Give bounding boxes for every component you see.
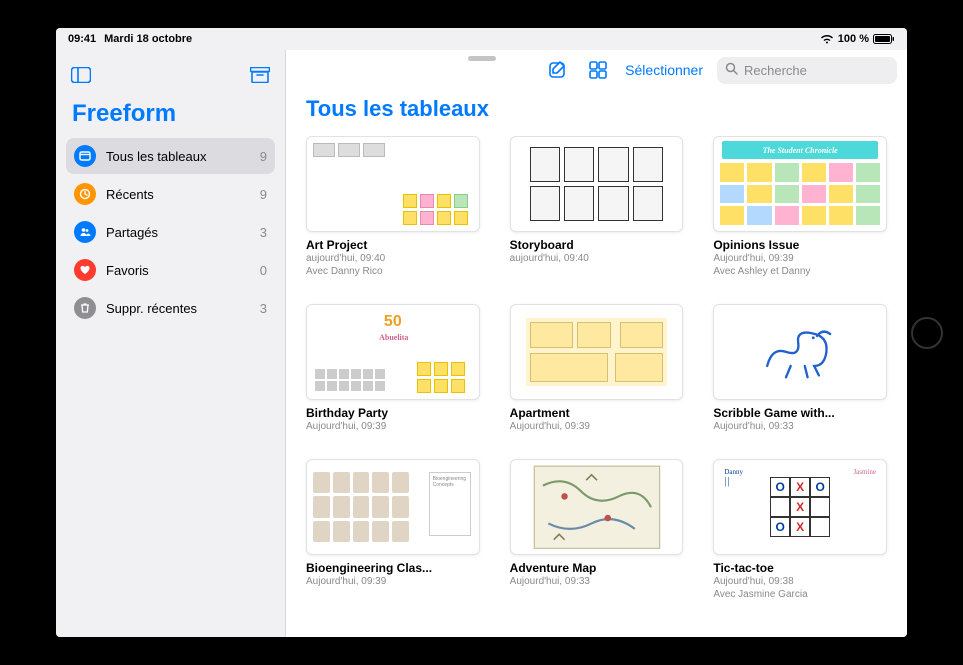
- board-card[interactable]: Storyboard aujourd'hui, 09:40: [510, 136, 684, 278]
- select-button[interactable]: Sélectionner: [625, 62, 703, 78]
- battery-icon: [873, 34, 895, 44]
- app-title: Freeform: [66, 98, 275, 138]
- board-card[interactable]: Art Project aujourd'hui, 09:40 Avec Dann…: [306, 136, 480, 278]
- new-board-button[interactable]: [545, 57, 571, 83]
- board-title: Tic-tac-toe: [713, 561, 887, 575]
- board-card[interactable]: The Student Chronicle Opinions Issue Auj…: [713, 136, 887, 278]
- home-button[interactable]: [911, 317, 943, 349]
- bio-note-title: Bioengineering Concepts: [429, 472, 471, 536]
- board-title: Birthday Party: [306, 406, 480, 420]
- sidebar-item-count: 9: [260, 187, 267, 202]
- trash-icon: [74, 297, 96, 319]
- sidebar-item-label: Favoris: [106, 263, 250, 278]
- board-title: Art Project: [306, 238, 480, 252]
- search-box[interactable]: [717, 57, 897, 84]
- search-input[interactable]: [744, 63, 907, 78]
- board-thumbnail: [713, 304, 887, 400]
- board-thumbnail: [510, 304, 684, 400]
- chronicle-banner: The Student Chronicle: [722, 141, 878, 159]
- board-card[interactable]: Danny|| Jasmine OXO X OX Tic-tac-toe Auj…: [713, 459, 887, 601]
- board-date: Aujourd'hui, 09:33: [510, 575, 684, 588]
- board-card[interactable]: 50 Abuelita Birthday Party Aujourd'hui, …: [306, 304, 480, 433]
- birthday-subtitle: Abuelita: [379, 333, 408, 342]
- board-shared: Avec Jasmine Garcia: [713, 588, 887, 601]
- clock-icon: [74, 183, 96, 205]
- archive-button[interactable]: [247, 62, 273, 88]
- sidebar-item-label: Suppr. récentes: [106, 301, 250, 316]
- sidebar-item-recently-deleted[interactable]: Suppr. récentes 3: [66, 290, 275, 326]
- view-mode-button[interactable]: [585, 57, 611, 83]
- ttt-player2: Jasmine: [853, 468, 876, 476]
- board-date: aujourd'hui, 09:40: [306, 252, 480, 265]
- sidebar-item-label: Partagés: [106, 225, 250, 240]
- board-date: Aujourd'hui, 09:38: [713, 575, 887, 588]
- board-card[interactable]: Adventure Map Aujourd'hui, 09:33: [510, 459, 684, 601]
- board-title: Opinions Issue: [713, 238, 887, 252]
- board-date: Aujourd'hui, 09:39: [510, 420, 684, 433]
- sidebar-toggle-button[interactable]: [68, 62, 94, 88]
- board-thumbnail: The Student Chronicle: [713, 136, 887, 232]
- board-card[interactable]: Bioengineering Concepts Bioengineering C…: [306, 459, 480, 601]
- sidebar-item-count: 9: [260, 149, 267, 164]
- board-thumbnail: Danny|| Jasmine OXO X OX: [713, 459, 887, 555]
- boards-grid: Art Project aujourd'hui, 09:40 Avec Dann…: [286, 136, 907, 621]
- sidebar-item-count: 3: [260, 225, 267, 240]
- board-title: Storyboard: [510, 238, 684, 252]
- board-date: Aujourd'hui, 09:33: [713, 420, 887, 433]
- sidebar-item-all-boards[interactable]: Tous les tableaux 9: [66, 138, 275, 174]
- sidebar-item-label: Récents: [106, 187, 250, 202]
- board-title: Adventure Map: [510, 561, 684, 575]
- board-thumbnail: [510, 136, 684, 232]
- multitask-handle[interactable]: [468, 56, 496, 61]
- heart-icon: [74, 259, 96, 281]
- board-thumbnail: [510, 459, 684, 555]
- wifi-icon: [820, 34, 834, 44]
- sidebar: Freeform Tous les tableaux 9 Récents: [56, 50, 286, 637]
- board-card[interactable]: Scribble Game with... Aujourd'hui, 09:33: [713, 304, 887, 433]
- board-title: Scribble Game with...: [713, 406, 887, 420]
- board-thumbnail: Bioengineering Concepts: [306, 459, 480, 555]
- sidebar-item-recents[interactable]: Récents 9: [66, 176, 275, 212]
- main-content: Sélectionner Tous les tableaux: [286, 50, 907, 637]
- sidebar-item-count: 3: [260, 301, 267, 316]
- birthday-number: 50: [384, 313, 402, 331]
- section-heading: Tous les tableaux: [286, 90, 907, 136]
- status-time: 09:41: [68, 33, 96, 45]
- board-card[interactable]: Apartment Aujourd'hui, 09:39: [510, 304, 684, 433]
- board-shared: Avec Ashley et Danny: [713, 265, 887, 278]
- board-date: Aujourd'hui, 09:39: [306, 575, 480, 588]
- board-date: aujourd'hui, 09:40: [510, 252, 684, 265]
- sidebar-item-favorites[interactable]: Favoris 0: [66, 252, 275, 288]
- battery-percent: 100 %: [838, 33, 869, 45]
- board-shared: Avec Danny Rico: [306, 265, 480, 278]
- board-date: Aujourd'hui, 09:39: [713, 252, 887, 265]
- search-icon: [725, 62, 738, 78]
- board-thumbnail: [306, 136, 480, 232]
- board-title: Bioengineering Clas...: [306, 561, 480, 575]
- board-title: Apartment: [510, 406, 684, 420]
- board-date: Aujourd'hui, 09:39: [306, 420, 480, 433]
- sidebar-item-label: Tous les tableaux: [106, 149, 250, 164]
- ttt-player1: Danny: [724, 468, 743, 476]
- people-icon: [74, 221, 96, 243]
- status-date: Mardi 18 octobre: [104, 33, 192, 45]
- board-thumbnail: 50 Abuelita: [306, 304, 480, 400]
- boards-icon: [74, 145, 96, 167]
- sidebar-item-shared[interactable]: Partagés 3: [66, 214, 275, 250]
- sidebar-item-count: 0: [260, 263, 267, 278]
- status-bar: 09:41 Mardi 18 octobre 100 %: [56, 28, 907, 50]
